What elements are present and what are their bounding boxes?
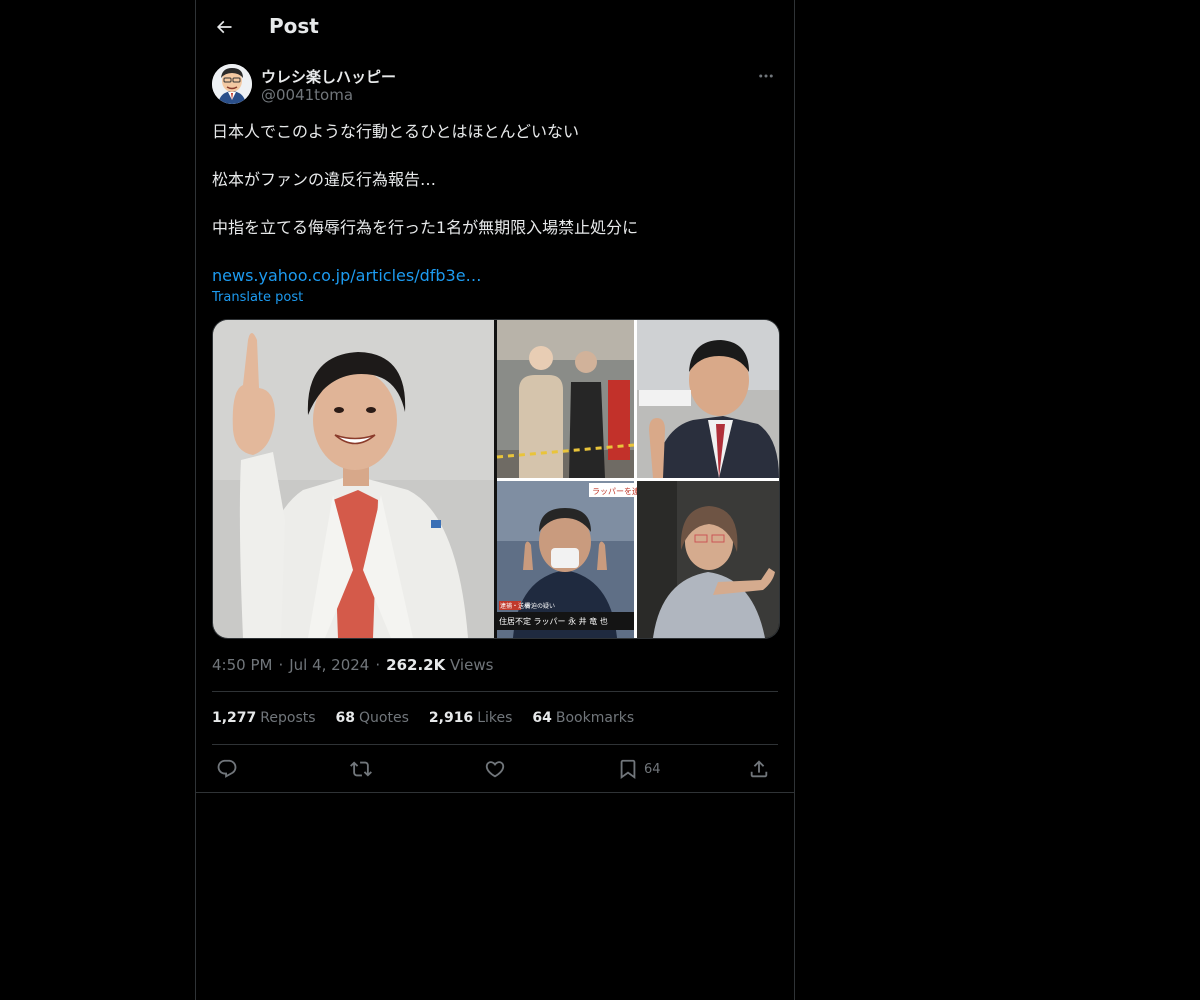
photo-man-suit bbox=[637, 320, 779, 478]
photo-woman-white-jacket bbox=[213, 320, 494, 638]
more-dots-icon bbox=[759, 74, 773, 78]
media-collage: ラッパーを逮 逮捕・送検 脅迫の疑い 住居不定 ラッパー 永 井 竜 也 bbox=[213, 320, 779, 638]
tweet-link[interactable]: news.yahoo.co.jp/articles/dfb3e… bbox=[212, 266, 482, 285]
tweet-line-1: 日本人でこのような行動とるひとはほとんどいない bbox=[212, 122, 580, 141]
author-display-name[interactable]: ウレシ楽しハッピー bbox=[261, 66, 396, 87]
post-column: Post ウレシ楽しハッピー @0041toma 日本人でこのような行動とるひと… bbox=[195, 0, 795, 1000]
divider bbox=[212, 691, 778, 692]
repost-button[interactable] bbox=[350, 757, 372, 781]
reply-button[interactable] bbox=[216, 757, 238, 781]
post-meta: 4:50 PM · Jul 4, 2024 · 262.2K Views bbox=[212, 656, 493, 674]
avatar[interactable] bbox=[212, 64, 252, 104]
author-handle[interactable]: @0041toma bbox=[261, 86, 353, 104]
views-count: 262.2K bbox=[386, 656, 446, 674]
post-header: Post bbox=[196, 0, 794, 53]
like-button[interactable] bbox=[484, 757, 506, 781]
likes-stat[interactable]: 2,916 Likes bbox=[429, 710, 513, 726]
repost-icon bbox=[350, 761, 372, 777]
arrow-left-icon bbox=[216, 20, 232, 34]
page-title: Post bbox=[269, 14, 319, 38]
more-options-button[interactable] bbox=[754, 64, 778, 88]
translate-post-link[interactable]: Translate post bbox=[212, 290, 303, 305]
bookmark-button[interactable]: 64 bbox=[617, 757, 661, 781]
bookmarks-stat[interactable]: 64 Bookmarks bbox=[532, 710, 634, 726]
tweet-line-3: 中指を立てる侮辱行為を行った1名が無期限入場禁止処分に bbox=[212, 218, 639, 237]
heart-icon bbox=[485, 761, 505, 778]
tweet-text: 日本人でこのような行動とるひとはほとんどいない 松本がファンの違反行為報告… 中… bbox=[212, 120, 778, 288]
media-tag-top: ラッパーを逮 bbox=[592, 486, 640, 496]
tweet-media[interactable]: ラッパーを逮 逮捕・送検 脅迫の疑い 住居不定 ラッパー 永 井 竜 也 bbox=[212, 319, 780, 639]
reposts-stat[interactable]: 1,277 Reposts bbox=[212, 710, 316, 726]
divider bbox=[212, 744, 778, 745]
photo-street-protest bbox=[496, 320, 635, 478]
meta-separator: · bbox=[375, 656, 381, 674]
quotes-stat[interactable]: 68 Quotes bbox=[336, 710, 409, 726]
action-bar: 64 bbox=[212, 757, 778, 783]
tweet-line-2: 松本がファンの違反行為報告… bbox=[212, 170, 437, 189]
post-date[interactable]: Jul 4, 2024 bbox=[289, 656, 369, 674]
media-tag-small: 脅迫の疑い bbox=[525, 602, 555, 610]
cartoon-avatar-icon bbox=[212, 64, 252, 104]
bookmark-count: 64 bbox=[644, 761, 661, 777]
views-label: Views bbox=[450, 656, 494, 674]
reply-icon bbox=[217, 759, 237, 778]
divider bbox=[196, 792, 794, 793]
photo-rapper-arrest: ラッパーを逮 逮捕・送検 脅迫の疑い 住居不定 ラッパー 永 井 竜 也 bbox=[497, 481, 640, 638]
share-icon bbox=[750, 760, 768, 778]
author-row: ウレシ楽しハッピー @0041toma bbox=[212, 64, 778, 108]
media-caption: 住居不定 ラッパー 永 井 竜 也 bbox=[499, 616, 608, 626]
share-button[interactable] bbox=[748, 757, 770, 781]
meta-separator: · bbox=[278, 656, 284, 674]
engagement-stats: 1,277 Reposts 68 Quotes 2,916 Likes 64 Bookm… bbox=[212, 710, 634, 726]
back-button[interactable] bbox=[208, 11, 240, 43]
bookmark-icon bbox=[620, 759, 636, 780]
post-time[interactable]: 4:50 PM bbox=[212, 656, 272, 674]
photo-woman-pointing bbox=[637, 481, 779, 638]
